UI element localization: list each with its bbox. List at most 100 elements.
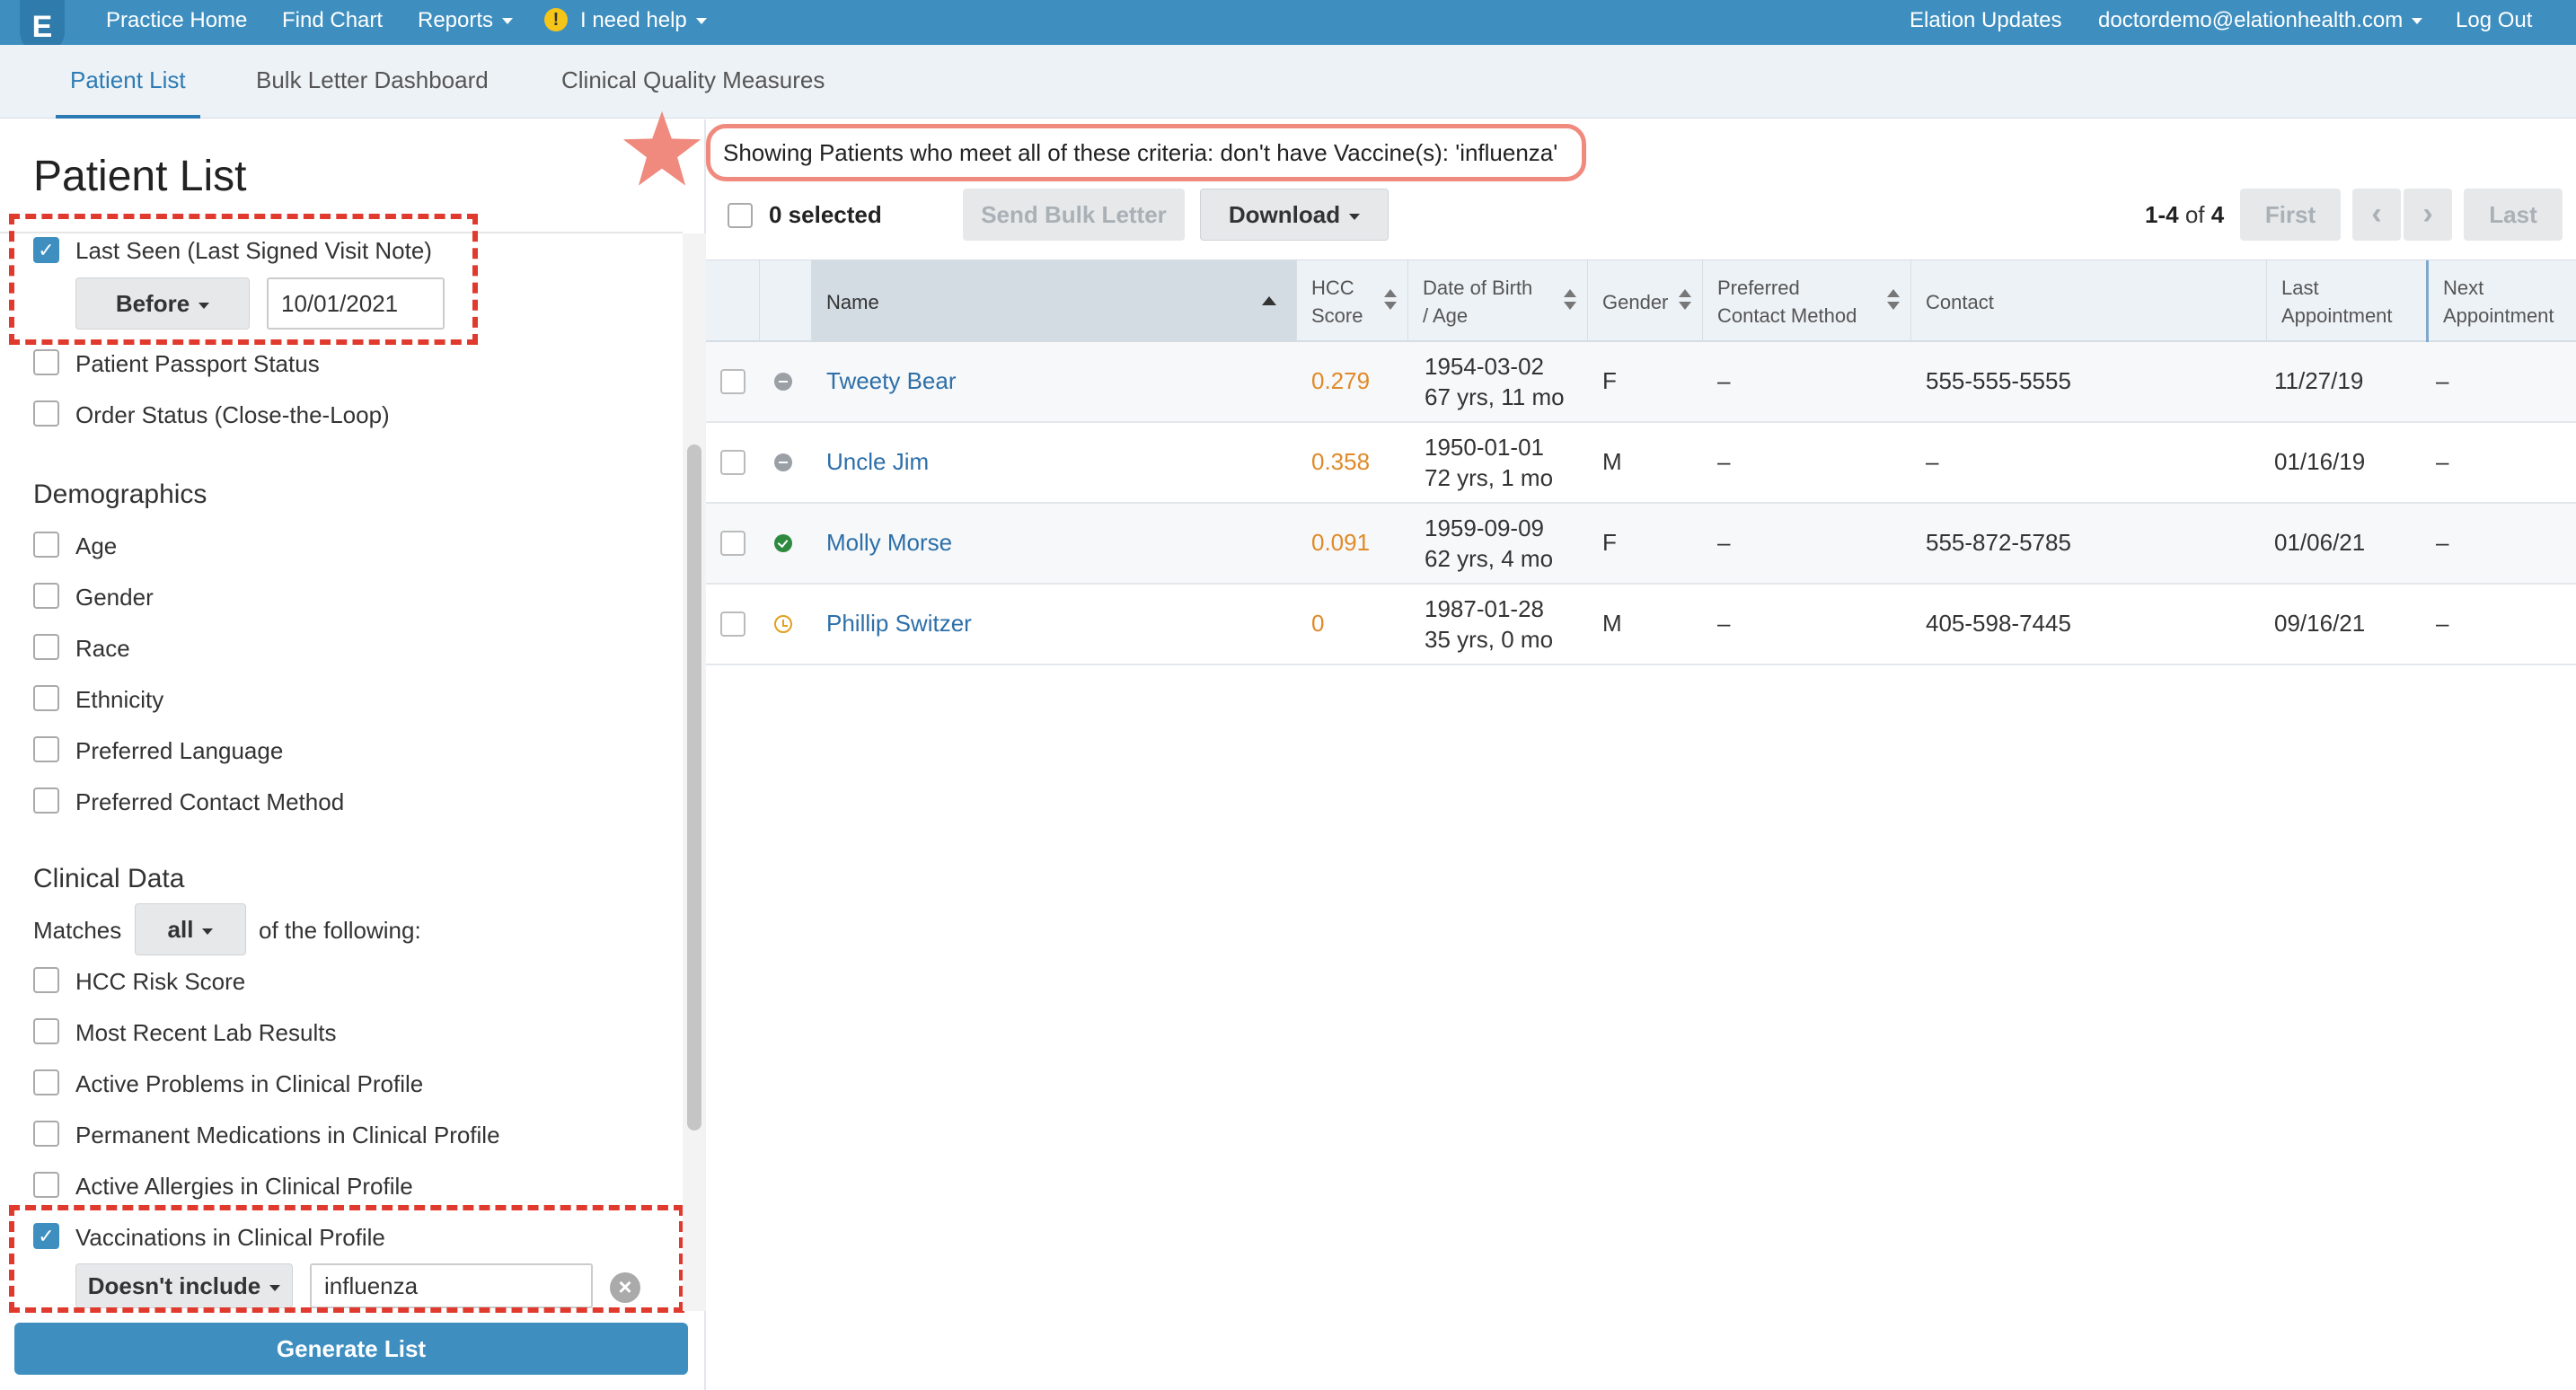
clock-icon (774, 615, 792, 633)
age: 72 yrs, 1 mo (1425, 464, 1554, 491)
next-page-button[interactable]: › (2404, 189, 2452, 241)
select-all-checkbox[interactable] (728, 203, 753, 228)
race-checkbox[interactable] (33, 634, 59, 660)
nav-find-chart[interactable]: Find Chart (282, 0, 383, 45)
active-allergies-checkbox[interactable] (33, 1172, 59, 1198)
patient-name-link[interactable]: Uncle Jim (826, 448, 929, 476)
dob-age: 1954-03-02 67 yrs, 11 mo (1425, 351, 1565, 412)
selected-count: 0 selected (769, 201, 882, 228)
table-row[interactable]: Tweety Bear 0.279 1954-03-02 67 yrs, 11 m… (706, 342, 2576, 423)
nav-practice-home[interactable]: Practice Home (106, 0, 247, 45)
nav-reports-label: Reports (418, 8, 494, 32)
dob: 1954-03-02 (1425, 353, 1544, 380)
order-status-checkbox[interactable] (33, 400, 59, 427)
header-contact-label: Contact (1926, 290, 1994, 313)
dob: 1950-01-01 (1425, 434, 1544, 461)
row-checkbox[interactable] (720, 531, 745, 556)
patient-name-link[interactable]: Molly Morse (826, 529, 952, 557)
warning-icon: ! (544, 7, 568, 31)
header-next-line1: Next (2443, 277, 2484, 299)
header-hcc-line1: HCC (1311, 277, 1354, 299)
gender: M (1602, 610, 1622, 637)
age: 62 yrs, 4 mo (1425, 545, 1554, 572)
row-checkbox[interactable] (720, 369, 745, 394)
send-bulk-letter-button[interactable]: Send Bulk Letter (963, 189, 1185, 241)
next-appointment: – (2436, 610, 2449, 637)
header-gender[interactable]: Gender (1588, 260, 1703, 343)
race-label: Race (75, 635, 130, 662)
hcc-risk-checkbox[interactable] (33, 967, 59, 993)
filter-scrollbar-thumb[interactable] (687, 444, 701, 1130)
last-appointment: 11/27/19 (2274, 367, 2364, 394)
contact: – (1926, 448, 1939, 475)
age-label: Age (75, 532, 118, 559)
subtab-bar: Patient List Bulk Letter Dashboard Clini… (0, 45, 2576, 119)
ethnicity-checkbox[interactable] (33, 685, 59, 711)
gender-checkbox[interactable] (33, 583, 59, 609)
last-appointment: 01/06/21 (2274, 529, 2366, 556)
contact: 555-872-5785 (1926, 529, 2071, 556)
table-row[interactable]: Molly Morse 0.091 1959-09-09 62 yrs, 4 mo… (706, 504, 2576, 585)
ethnicity-label: Ethnicity (75, 686, 164, 713)
age-checkbox[interactable] (33, 532, 59, 558)
patient-name-link[interactable]: Phillip Switzer (826, 610, 972, 638)
next-appointment: – (2436, 367, 2449, 394)
row-checkbox[interactable] (720, 450, 745, 475)
header-dob[interactable]: Date of Birth / Age (1408, 260, 1588, 343)
hcc-score: 0.091 (1311, 529, 1371, 556)
hcc-score: 0.279 (1311, 367, 1371, 394)
header-last-line2: Appointment (2281, 304, 2393, 327)
preferred-language-label: Preferred Language (75, 737, 284, 764)
criteria-summary: Showing Patients who meet all of these c… (706, 124, 1586, 181)
header-name[interactable]: Name (812, 260, 1297, 343)
tab-patient-list[interactable]: Patient List (56, 45, 200, 119)
download-button[interactable]: Download (1200, 189, 1389, 241)
header-hcc-label: HCC Score (1311, 274, 1363, 330)
first-page-button[interactable]: First (2240, 189, 2341, 241)
preferred-language-checkbox[interactable] (33, 736, 59, 762)
status-active-icon (774, 534, 792, 552)
star-icon (622, 110, 701, 186)
header-gender-label: Gender (1602, 290, 1669, 313)
chevron-down-icon (1349, 213, 1361, 220)
tab-clinical-quality-measures[interactable]: Clinical Quality Measures (561, 45, 825, 119)
chevron-down-icon (502, 18, 514, 25)
hcc-score: 0.358 (1311, 448, 1371, 475)
status-inactive-icon (774, 373, 792, 391)
last-page-button[interactable]: Last (2464, 189, 2563, 241)
active-problems-checkbox[interactable] (33, 1069, 59, 1095)
order-status-label: Order Status (Close-the-Loop) (75, 401, 390, 428)
nav-elation-updates[interactable]: Elation Updates (1910, 0, 2061, 45)
header-next-appointment[interactable]: Next Appointment (2429, 260, 2576, 343)
gender-label: Gender (75, 584, 154, 611)
preferred-contact-label: Preferred Contact Method (75, 788, 345, 815)
matches-dropdown[interactable]: all (135, 903, 246, 955)
header-hcc[interactable]: HCC Score (1297, 260, 1408, 343)
permanent-meds-checkbox[interactable] (33, 1121, 59, 1147)
user-email: doctordemo@elationhealth.com (2098, 8, 2404, 32)
active-allergies-label: Active Allergies in Clinical Profile (75, 1173, 413, 1200)
header-preferred-contact[interactable]: Preferred Contact Method (1703, 260, 1911, 343)
patient-name-link[interactable]: Tweety Bear (826, 367, 957, 395)
nav-reports[interactable]: Reports (418, 0, 514, 45)
tab-bulk-letter-dashboard[interactable]: Bulk Letter Dashboard (256, 45, 489, 119)
page-title: Patient List (33, 153, 247, 200)
row-checkbox[interactable] (720, 611, 745, 637)
header-pcm-label: Preferred Contact Method (1717, 274, 1857, 330)
hcc-score: 0 (1311, 610, 1325, 637)
preferred-contact: – (1717, 448, 1731, 475)
lab-results-checkbox[interactable] (33, 1018, 59, 1044)
nav-user-menu[interactable]: doctordemo@elationhealth.com (2098, 0, 2423, 45)
passport-status-checkbox[interactable] (33, 349, 59, 375)
nav-logout[interactable]: Log Out (2456, 0, 2532, 45)
header-pcm-line1: Preferred (1717, 277, 1800, 299)
header-status (760, 260, 812, 343)
matches-label: Matches (33, 917, 122, 944)
generate-list-button[interactable]: Generate List (14, 1323, 688, 1375)
table-row[interactable]: Phillip Switzer 0 1987-01-28 35 yrs, 0 mo… (706, 585, 2576, 665)
prev-page-button[interactable]: ‹ (2352, 189, 2401, 241)
table-row[interactable]: Uncle Jim 0.358 1950-01-01 72 yrs, 1 mo M… (706, 423, 2576, 504)
preferred-contact-checkbox[interactable] (33, 787, 59, 814)
header-last-appointment[interactable]: Last Appointment (2267, 260, 2429, 343)
nav-help[interactable]: ! I need help (544, 0, 707, 45)
